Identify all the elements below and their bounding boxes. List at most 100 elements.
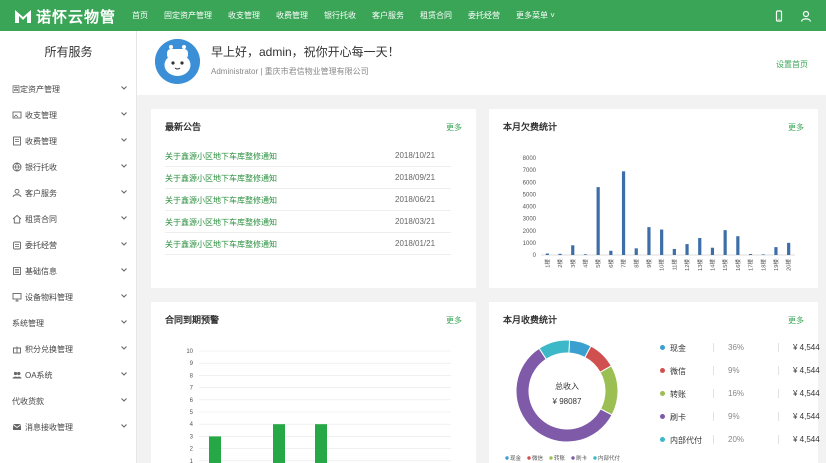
sidebar-item[interactable]: 基础信息 <box>12 263 128 279</box>
notice-row[interactable]: 关于鑫源小区地下车库整修通知 2018/10/21 <box>165 145 451 167</box>
sidebar-item-label: 设备物料管理 <box>25 292 73 302</box>
chevron-down-icon <box>121 424 127 428</box>
bar[interactable] <box>710 247 715 255</box>
notice-row-title[interactable]: 关于鑫源小区地下车库整修通知 <box>165 151 277 162</box>
sidebar-item[interactable]: 设备物料管理 <box>12 289 128 305</box>
legend-label: 现金 <box>510 454 522 462</box>
sidebar-item[interactable]: 积分兑换管理 <box>12 341 128 357</box>
app-logo[interactable]: 诺怀云物管 <box>14 5 116 27</box>
notice-row-title[interactable]: 关于鑫源小区地下车库整修通知 <box>165 217 277 228</box>
bar[interactable] <box>209 436 221 463</box>
nav-item[interactable]: 收费管理 <box>268 0 316 31</box>
x-tick-label: 20楼 <box>785 259 793 271</box>
bar[interactable] <box>634 248 638 255</box>
bar[interactable] <box>571 245 575 255</box>
sidebar-item[interactable]: 固定资产管理 <box>12 81 128 97</box>
x-tick-label: 5楼 <box>594 259 602 268</box>
nav-item[interactable]: 首页 <box>124 0 156 31</box>
legend-swatch <box>527 456 531 460</box>
bar[interactable] <box>273 424 285 463</box>
notice-row[interactable]: 关于鑫源小区地下车库整修通知 2018/06/21 <box>165 189 451 211</box>
bar[interactable] <box>647 227 651 255</box>
y-tick-label: 4 <box>190 422 194 428</box>
notice-more-link[interactable]: 更多 <box>446 122 462 133</box>
nav-item[interactable]: 收支管理 <box>220 0 268 31</box>
logo-icon <box>15 10 31 23</box>
legend-name: 内部代付 <box>670 436 702 445</box>
chevron-down-icon <box>121 320 127 324</box>
nav-item[interactable]: 委托经营 <box>460 0 508 31</box>
y-tick-label: 3 <box>190 434 194 440</box>
nav-item[interactable]: 银行托收 <box>316 0 364 31</box>
nav-item-label: 收费管理 <box>276 11 308 20</box>
bar[interactable] <box>672 248 676 255</box>
legend-label: 内部代付 <box>598 454 621 462</box>
bar[interactable] <box>660 229 664 255</box>
sidebar-item[interactable]: 银行托收 <box>12 159 128 175</box>
donut-center-label: 总收入 <box>555 381 579 391</box>
notice-row[interactable]: 关于鑫源小区地下车库整修通知 2018/01/21 <box>165 233 451 255</box>
notice-row[interactable]: 关于鑫源小区地下车库整修通知 2018/03/21 <box>165 211 451 233</box>
bar[interactable] <box>748 254 753 255</box>
sidebar-item[interactable]: 委托经营 <box>12 237 128 253</box>
bar[interactable] <box>761 254 765 255</box>
y-tick-label: 0 <box>533 253 537 259</box>
bar[interactable] <box>698 238 702 255</box>
bar[interactable] <box>685 244 689 255</box>
sidebar-item[interactable]: 收支管理 <box>12 107 128 123</box>
x-tick-label: 14楼 <box>708 259 716 271</box>
pie-slice[interactable] <box>599 365 619 416</box>
sidebar-item[interactable]: 消息接收管理 <box>12 419 128 435</box>
sidebar-item[interactable]: 收费管理 <box>12 133 128 149</box>
nav-item-label: 更多菜单 <box>516 11 548 20</box>
users-icon <box>12 371 22 379</box>
phone-icon[interactable] <box>772 9 786 23</box>
set-homepage-link[interactable]: 设置首页 <box>776 59 808 70</box>
sidebar-item[interactable]: 租赁合同 <box>12 211 128 227</box>
chevron-down-icon <box>121 294 127 298</box>
greeting-text: 早上好，admin，祝你开心每一天！ <box>211 45 400 59</box>
sidebar-item[interactable]: 系统管理 <box>12 315 128 331</box>
legend-name: 转账 <box>670 390 686 399</box>
notice-row-title[interactable]: 关于鑫源小区地下车库整修通知 <box>165 239 277 250</box>
bar[interactable] <box>596 187 600 255</box>
notice-row[interactable]: 关于鑫源小区地下车库整修通知 2018/09/21 <box>165 167 451 189</box>
bar[interactable] <box>723 230 727 255</box>
bar[interactable] <box>609 250 613 255</box>
x-tick-label: 9楼 <box>645 259 653 268</box>
owe-card: 本月欠费统计 更多 0 1000 2000 3000 4000 5000 6000 7000 8… <box>489 109 818 288</box>
nav-item[interactable]: 客户服务 <box>364 0 412 31</box>
x-tick-label: 19楼 <box>772 259 780 271</box>
nav-item[interactable]: 租赁合同 <box>412 0 460 31</box>
notice-row-title[interactable]: 关于鑫源小区地下车库整修通知 <box>165 173 277 184</box>
top-nav: 首页 固定资产管理 收支管理 收费管理 银行托收 客户服务 租赁合同 委托经营 更多菜单 ˅ <box>124 0 563 31</box>
income-legend-row: 内部代付 20% ¥ 4,544 <box>660 433 820 447</box>
bar[interactable] <box>545 253 549 255</box>
bar[interactable] <box>774 247 778 255</box>
nav-item-label: 首页 <box>132 11 148 20</box>
income-legend-row: 转账 16% ¥ 4,544 <box>660 387 820 401</box>
sidebar-item[interactable]: OA系统 <box>12 367 128 383</box>
y-tick-label: 8000 <box>523 156 537 162</box>
sidebar-item[interactable]: 客户服务 <box>12 185 128 201</box>
y-tick-label: 8 <box>190 373 194 379</box>
user-icon[interactable] <box>799 9 813 23</box>
bar[interactable] <box>315 424 327 463</box>
nav-item[interactable]: 固定资产管理 <box>156 0 220 31</box>
bar[interactable] <box>787 242 791 255</box>
bar[interactable] <box>621 171 626 255</box>
user-icon <box>12 188 22 198</box>
avatar[interactable] <box>155 39 200 84</box>
chevron-down-icon: ˅ <box>548 11 555 20</box>
bar[interactable] <box>583 254 588 255</box>
x-tick-label: 7楼 <box>620 259 628 268</box>
income-legend-row: 现金 36% ¥ 4,544 <box>660 341 820 355</box>
sidebar-item[interactable]: 代收货款 <box>12 393 128 409</box>
notice-row-title[interactable]: 关于鑫源小区地下车库整修通知 <box>165 195 277 206</box>
legend-name: 刷卡 <box>670 413 686 422</box>
bar[interactable] <box>736 236 740 255</box>
nav-item[interactable]: 更多菜单 ˅ <box>508 0 563 31</box>
sidebar-item-label: 积分兑换管理 <box>25 344 73 354</box>
bar[interactable] <box>558 253 562 255</box>
notice-row-date: 2018/10/21 <box>395 151 436 160</box>
